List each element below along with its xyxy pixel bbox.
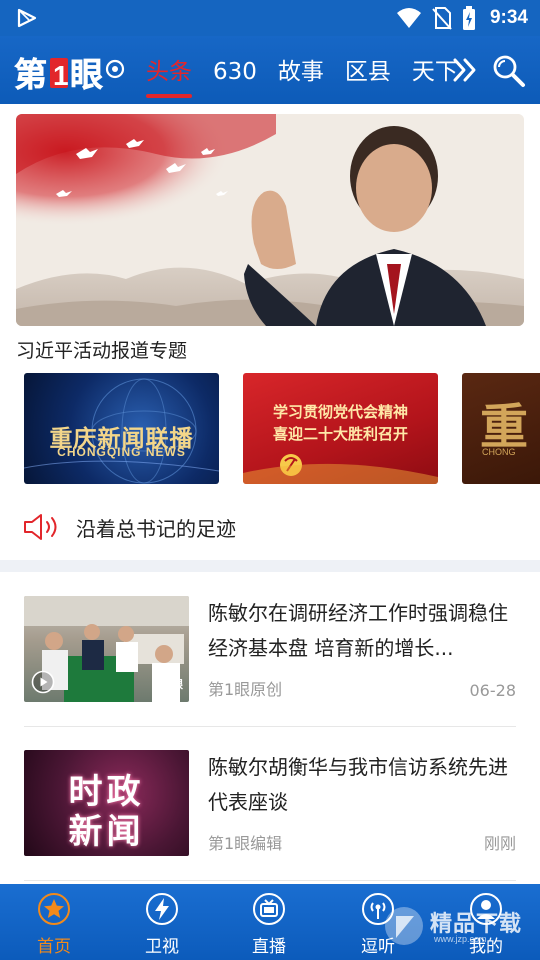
banner-image: [16, 114, 524, 326]
no-sim-icon: [432, 7, 452, 30]
app-screen: 9:34 第 1 眼 头条 630 故事 区县 天下 习近平活动报道专题 重庆新…: [0, 0, 540, 960]
tab-630[interactable]: 630: [213, 48, 257, 98]
news-title[interactable]: 陈敏尔胡衡华与我市信访系统先进代表座谈: [208, 750, 518, 820]
svg-text:1: 1: [53, 60, 69, 91]
tab-stories[interactable]: 故事: [278, 48, 324, 98]
status-bar: 9:34: [0, 0, 540, 36]
news-source: 第1眼原创: [208, 680, 283, 699]
tab-world[interactable]: 天下: [412, 48, 458, 98]
announcement-text: 沿着总书记的足迹: [76, 516, 236, 541]
watermark-url: www.jzp.com: [434, 934, 487, 944]
announcement-bar[interactable]: 沿着总书记的足迹: [22, 510, 236, 544]
tab-districts[interactable]: 区县: [345, 48, 391, 98]
topic-card-chongqing-news[interactable]: 重庆新闻联播 CHONGQING NEWS: [24, 373, 219, 484]
thumbnail-tag: 第1眼: [153, 678, 183, 691]
news-item[interactable]: 时政 新闻 陈敏尔胡衡华与我市信访系统先进代表座谈 第1眼编辑 刚刚: [24, 750, 516, 856]
section-separator: [0, 560, 540, 572]
wifi-icon: [396, 8, 421, 28]
featured-banner[interactable]: [16, 114, 524, 326]
play-icon[interactable]: [31, 670, 55, 694]
lightning-icon: [146, 893, 178, 925]
news-item[interactable]: 第1眼 陈敏尔在调研经济工作时强调稳住经济基本盘 培育新的增长... 第1眼原创…: [24, 596, 516, 702]
topic-subtitle: CHONGQING NEWS: [57, 445, 186, 459]
search-icon[interactable]: [492, 54, 526, 88]
svg-text:眼: 眼: [70, 55, 103, 94]
top-nav-bar: 第 1 眼 头条 630 故事 区县 天下: [0, 36, 540, 104]
banner-caption[interactable]: 习近平活动报道专题: [16, 336, 187, 363]
double-chevron-right-icon[interactable]: [452, 57, 478, 83]
news-thumbnail: 时政 新闻: [24, 750, 189, 856]
nav-label: 卫视: [145, 937, 179, 957]
tv-icon: [253, 893, 285, 925]
divider: [24, 880, 516, 881]
topic-partial-title: CHONG: [482, 447, 516, 457]
party-emblem-icon: [243, 454, 438, 484]
clock: 9:34: [489, 7, 528, 28]
app-logo[interactable]: 第 1 眼: [14, 50, 126, 94]
channel-tabs: 头条 630 故事 区县 天下: [146, 48, 479, 98]
status-icons: 9:34: [396, 4, 528, 32]
news-time: 06-28: [469, 681, 517, 700]
topic-card-party-congress[interactable]: 学习贯彻党代会精神 喜迎二十大胜利召开: [243, 373, 438, 484]
play-store-icon: [17, 8, 37, 28]
divider: [24, 726, 516, 727]
nav-satellite-tv[interactable]: 卫视: [122, 892, 202, 957]
news-title[interactable]: 陈敏尔在调研经济工作时强调稳住经济基本盘 培育新的增长...: [208, 596, 518, 666]
nav-live[interactable]: 直播: [229, 892, 309, 957]
battery-icon: [462, 6, 475, 30]
speaker-icon: [24, 514, 57, 540]
topic-carousel[interactable]: 重庆新闻联播 CHONGQING NEWS 学习贯彻党代会精神 喜迎二十大胜利召…: [0, 373, 540, 485]
watermark: 精品下载 www.jzp.com: [382, 894, 540, 954]
topic-card-chongqing[interactable]: 重 CHONG: [462, 373, 540, 484]
nav-label: 首页: [37, 937, 71, 957]
star-icon: [38, 893, 70, 925]
nav-label: 直播: [252, 937, 286, 957]
svg-text:第: 第: [14, 55, 47, 94]
news-thumbnail: 第1眼: [24, 596, 189, 702]
nav-home[interactable]: 首页: [14, 892, 94, 957]
tab-headlines[interactable]: 头条: [146, 48, 192, 98]
news-source: 第1眼编辑: [208, 834, 283, 853]
thumbnail-text-line-2: 新闻: [68, 812, 145, 852]
news-time: 刚刚: [483, 834, 516, 853]
